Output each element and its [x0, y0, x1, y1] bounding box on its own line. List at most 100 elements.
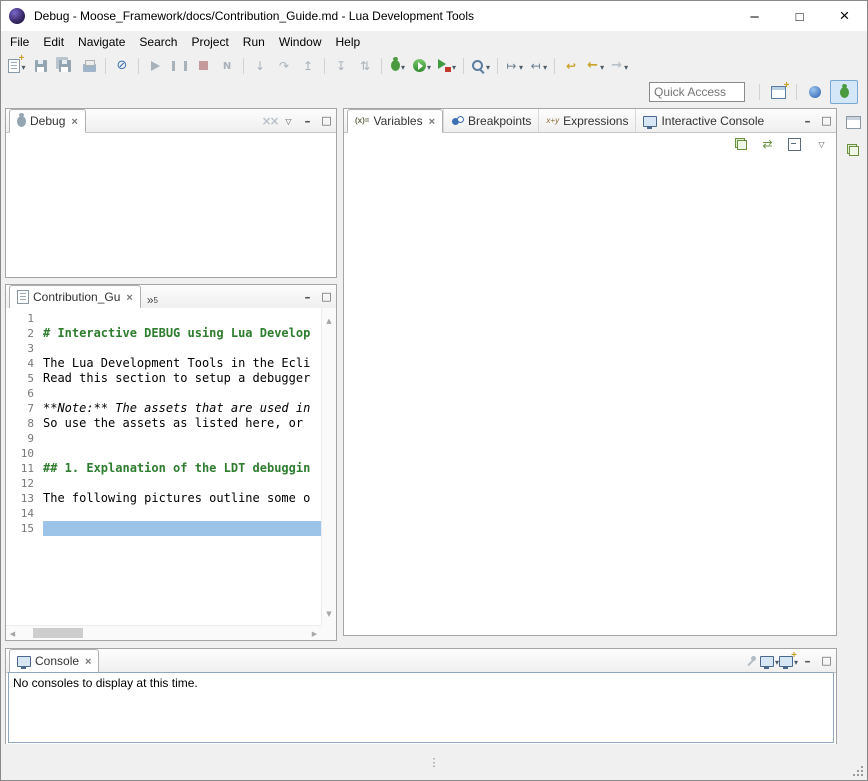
editor-line-number[interactable]: 11: [6, 461, 43, 476]
close-icon[interactable]: [85, 654, 91, 668]
open-perspective-button[interactable]: [765, 81, 791, 103]
minimized-view-button-2[interactable]: [843, 141, 863, 159]
window-resize-grip[interactable]: [852, 765, 864, 777]
previous-annotation-button[interactable]: [527, 55, 549, 77]
search-button[interactable]: [469, 55, 492, 77]
editor-line-text[interactable]: The following pictures outline some o: [43, 491, 321, 506]
collapse-all-button[interactable]: [785, 138, 804, 151]
resume-button[interactable]: [144, 55, 166, 77]
debug-maximize-button[interactable]: [317, 109, 336, 132]
editor-maximize-button[interactable]: [317, 285, 336, 308]
editor-line-text[interactable]: The Lua Development Tools in the Ecli: [43, 356, 321, 371]
menu-edit[interactable]: Edit: [36, 33, 71, 51]
hidden-editors-chevron[interactable]: » 5: [141, 285, 164, 308]
show-references-button[interactable]: [758, 136, 777, 152]
console-minimize-button[interactable]: [798, 649, 817, 672]
menu-window[interactable]: Window: [272, 33, 329, 51]
run-button[interactable]: [411, 55, 433, 77]
editor-line-text[interactable]: [43, 476, 321, 491]
close-icon[interactable]: [429, 114, 435, 128]
menu-navigate[interactable]: Navigate: [71, 33, 132, 51]
menu-search[interactable]: Search: [132, 33, 184, 51]
menu-run[interactable]: Run: [236, 33, 272, 51]
next-annotation-button[interactable]: [503, 55, 525, 77]
minimized-view-button-1[interactable]: [843, 113, 863, 131]
skip-all-breakpoints-button[interactable]: [111, 55, 133, 77]
menu-help[interactable]: Help: [329, 33, 368, 51]
print-button[interactable]: [78, 55, 100, 77]
editor-line-number[interactable]: 7: [6, 401, 43, 416]
debug-button[interactable]: [387, 55, 409, 77]
editor-line-text[interactable]: [43, 386, 321, 401]
back-button[interactable]: [584, 55, 606, 77]
close-icon[interactable]: [71, 114, 77, 128]
editor-line-text[interactable]: [43, 506, 321, 521]
use-step-filters-button[interactable]: [354, 55, 376, 77]
step-over-button[interactable]: [273, 55, 295, 77]
suspend-button[interactable]: [168, 55, 190, 77]
scrollbar-thumb[interactable]: [33, 628, 83, 638]
tab-variables[interactable]: (x)= Variables: [347, 109, 443, 133]
editor-line-text[interactable]: [43, 311, 321, 326]
editor-line-number[interactable]: 10: [6, 446, 43, 461]
editor-line-number[interactable]: 4: [6, 356, 43, 371]
variables-minimize-button[interactable]: [798, 109, 817, 132]
editor-line-number[interactable]: 14: [6, 506, 43, 521]
editor-line-number[interactable]: 9: [6, 431, 43, 446]
editor-line-number[interactable]: 3: [6, 341, 43, 356]
editor-line-text[interactable]: Read this section to setup a debugger: [43, 371, 321, 386]
forward-button[interactable]: [608, 55, 630, 77]
tab-console[interactable]: Console: [9, 649, 99, 673]
window-minimize-button[interactable]: [732, 1, 777, 31]
editor-line-number[interactable]: 15: [6, 521, 43, 536]
editor-line-text[interactable]: [43, 341, 321, 356]
editor-vertical-scrollbar[interactable]: [321, 308, 336, 625]
new-wizard-button[interactable]: [6, 55, 28, 77]
scroll-right-icon[interactable]: [308, 624, 321, 640]
pin-console-button[interactable]: [741, 649, 760, 672]
console-maximize-button[interactable]: [817, 649, 836, 672]
drop-to-frame-button[interactable]: [330, 55, 352, 77]
show-logical-structure-button[interactable]: [731, 138, 750, 150]
window-close-button[interactable]: [822, 1, 867, 31]
editor-minimize-button[interactable]: [298, 285, 317, 308]
debug-view-menu-button[interactable]: [279, 109, 298, 132]
debug-perspective-button[interactable]: [830, 80, 858, 104]
variables-maximize-button[interactable]: [817, 109, 836, 132]
scroll-left-icon[interactable]: [6, 624, 19, 640]
terminate-button[interactable]: [192, 55, 214, 77]
disconnect-button[interactable]: [216, 55, 238, 77]
editor-horizontal-scrollbar[interactable]: [6, 625, 321, 640]
tab-debug[interactable]: Debug: [9, 109, 86, 133]
menu-file[interactable]: File: [3, 33, 36, 51]
save-button[interactable]: [30, 55, 52, 77]
editor-line-number[interactable]: 12: [6, 476, 43, 491]
close-icon[interactable]: [126, 290, 132, 304]
editor-line-number[interactable]: 13: [6, 491, 43, 506]
save-all-button[interactable]: [54, 55, 76, 77]
editor-line-text[interactable]: [43, 431, 321, 446]
debug-minimize-button[interactable]: [298, 109, 317, 132]
editor-line-number[interactable]: 2: [6, 326, 43, 341]
editor-line-text[interactable]: [43, 521, 321, 536]
scroll-up-icon[interactable]: [323, 311, 336, 329]
quick-access-input[interactable]: Quick Access: [649, 82, 745, 102]
tab-contribution-guide[interactable]: Contribution_Gu: [9, 285, 141, 309]
lua-perspective-button[interactable]: [802, 81, 828, 103]
tab-interactive-console[interactable]: Interactive Console: [635, 109, 771, 132]
step-return-button[interactable]: [297, 55, 319, 77]
editor-line-number[interactable]: 1: [6, 311, 43, 326]
variables-view-menu-button[interactable]: [812, 135, 831, 153]
tab-breakpoints[interactable]: Breakpoints: [443, 109, 538, 132]
editor-line-text[interactable]: # Interactive DEBUG using Lua Develop: [43, 326, 321, 341]
open-console-button[interactable]: [779, 649, 798, 672]
scroll-down-icon[interactable]: [323, 604, 336, 622]
menu-project[interactable]: Project: [184, 33, 235, 51]
tab-expressions[interactable]: x+y Expressions: [538, 109, 635, 132]
editor-line-text[interactable]: [43, 446, 321, 461]
editor-line-text[interactable]: So use the assets as listed here, or: [43, 416, 321, 431]
editor-line-number[interactable]: 5: [6, 371, 43, 386]
editor-line-text[interactable]: **Note:** The assets that are used in: [43, 401, 321, 416]
step-into-button[interactable]: [249, 55, 271, 77]
display-selected-console-button[interactable]: [760, 649, 779, 672]
